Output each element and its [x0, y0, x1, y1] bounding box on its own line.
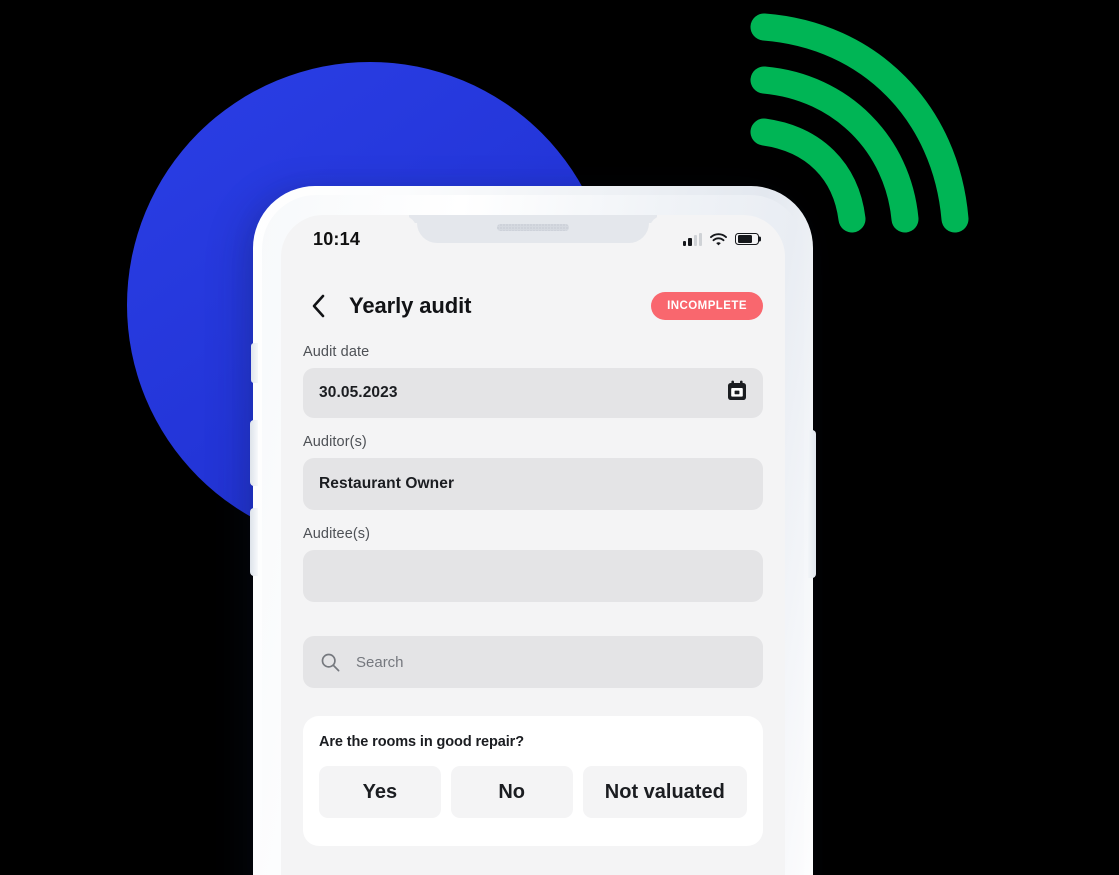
status-bar-icons — [683, 232, 759, 246]
answer-option-yes[interactable]: Yes — [319, 766, 441, 818]
answer-option-not-valuated[interactable]: Not valuated — [582, 766, 748, 818]
screenshot-canvas: 10:14 Yearly audit INCOMPLETE Audit date… — [0, 0, 1119, 875]
auditors-label: Auditor(s) — [303, 434, 367, 450]
search-icon — [321, 653, 340, 671]
question-options: Yes No Not valuated — [319, 766, 748, 818]
question-card: Are the rooms in good repair? Yes No Not… — [303, 716, 763, 846]
app-bar: Yearly audit INCOMPLETE — [281, 261, 785, 321]
auditors-value: Restaurant Owner — [319, 475, 455, 492]
cellular-signal-icon — [683, 232, 702, 246]
auditors-input[interactable]: Restaurant Owner — [303, 458, 763, 510]
audit-date-field-group: Audit date 30.05.2023 — [303, 344, 763, 418]
chevron-left-icon[interactable] — [303, 291, 333, 321]
page-title: Yearly audit — [349, 293, 472, 318]
answer-option-no[interactable]: No — [450, 766, 573, 818]
phone-mockup: 10:14 Yearly audit INCOMPLETE Audit date… — [250, 186, 816, 875]
auditees-input[interactable] — [303, 550, 763, 602]
calendar-icon[interactable] — [727, 380, 747, 406]
power-button[interactable] — [808, 430, 816, 578]
app-content: Yearly audit INCOMPLETE Audit date 30.05… — [281, 261, 785, 875]
silent-switch-button[interactable] — [251, 343, 258, 383]
question-text: Are the rooms in good repair? — [319, 734, 524, 750]
status-badge: INCOMPLETE — [651, 292, 763, 320]
search-section: Search — [281, 636, 785, 688]
wifi-icon — [710, 232, 727, 245]
volume-down-button[interactable] — [250, 508, 258, 576]
audit-date-label: Audit date — [303, 344, 370, 360]
search-placeholder: Search — [356, 653, 404, 671]
battery-icon — [735, 232, 759, 246]
auditees-field-group: Auditee(s) — [303, 526, 763, 602]
volume-up-button[interactable] — [250, 420, 258, 486]
status-bar-clock: 10:14 — [313, 228, 361, 249]
audit-date-input[interactable]: 30.05.2023 — [303, 368, 763, 418]
auditors-field-group: Auditor(s) Restaurant Owner — [303, 434, 763, 510]
audit-date-value: 30.05.2023 — [319, 384, 398, 401]
phone-screen: 10:14 Yearly audit INCOMPLETE Audit date… — [281, 215, 785, 875]
status-bar: 10:14 — [281, 215, 785, 261]
audit-form: Audit date 30.05.2023 Auditor(s) Restaur… — [281, 321, 785, 602]
auditees-label: Auditee(s) — [303, 526, 371, 542]
search-input[interactable]: Search — [303, 636, 763, 688]
